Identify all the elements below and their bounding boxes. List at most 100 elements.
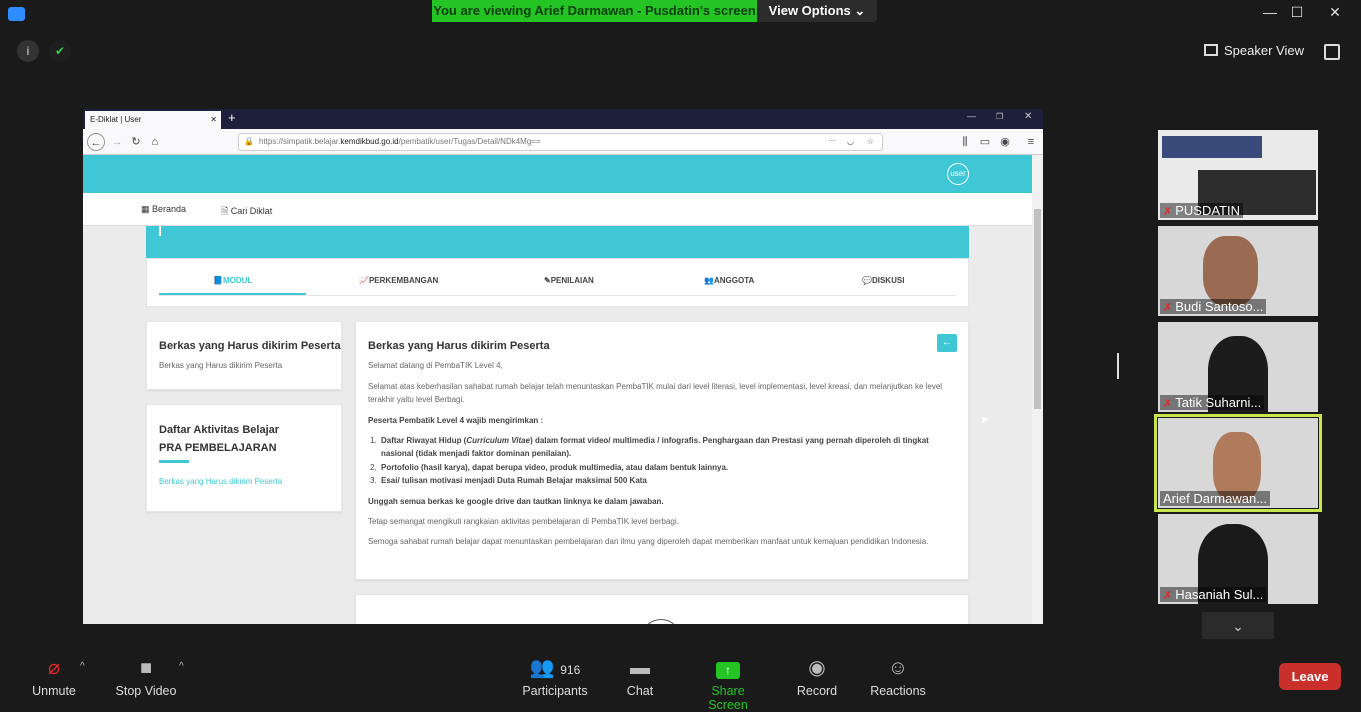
participant-tile[interactable]: ✗ PUSDATIN xyxy=(1158,130,1318,220)
zoom-app-icon xyxy=(8,7,25,21)
info-icon[interactable]: i xyxy=(17,40,39,62)
back-arrow-button[interactable]: ← xyxy=(937,334,957,352)
library-icon[interactable]: ⫼ xyxy=(956,133,974,151)
content-card: Berkas yang Harus dikirim Peserta ← Sela… xyxy=(355,321,969,580)
browser-window: E-Diklat | User ✕ + — ❐ ✕ ← → ↻ ⌂ 🔒 https:… xyxy=(83,109,1043,624)
caret-up-icon[interactable]: ^ xyxy=(179,661,184,672)
participant-name: ✗ Budi Santoso... xyxy=(1160,299,1267,314)
circle-icon xyxy=(641,619,681,624)
nav-cari-diklat[interactable]: 🗎 Cari Diklat xyxy=(221,204,272,220)
account-icon[interactable]: ◉ xyxy=(996,133,1014,151)
participant-name-text: Tatik Suharni... xyxy=(1175,395,1262,410)
reload-icon[interactable]: ↻ xyxy=(127,133,145,151)
shield-check-icon[interactable]: ✔ xyxy=(49,40,71,62)
nav-beranda[interactable]: ▦ Beranda xyxy=(141,204,186,215)
url-domain: kemdikbud.go.id xyxy=(340,137,399,146)
viewing-banner: You are viewing Arief Darmawan - Pusdati… xyxy=(432,0,757,22)
participant-tile[interactable]: ✗ Budi Santoso... xyxy=(1158,226,1318,316)
view-options-label: View Options xyxy=(768,3,851,18)
pocket-icon[interactable]: ◡ xyxy=(847,134,854,150)
browser-minimize-icon[interactable]: — xyxy=(967,111,976,121)
unmute-button[interactable]: ⌀ Unmute xyxy=(28,657,80,698)
caret-up-icon[interactable]: ^ xyxy=(80,661,85,672)
item3-text: Esai/ tulisan motivasi menjadi Duta Ruma… xyxy=(381,476,647,485)
tab-penilaian-label: PENILAIAN xyxy=(550,276,594,285)
item1-part-b: Curriculum Vitae xyxy=(466,436,531,445)
participants-button[interactable]: 👥 916 Participants xyxy=(520,657,590,698)
user-avatar[interactable]: user xyxy=(947,163,969,185)
share-screen-button[interactable]: ↑ Share Screen xyxy=(690,657,766,712)
reactions-label: Reactions xyxy=(870,684,926,698)
speaker-view-label: Speaker View xyxy=(1224,43,1304,58)
participant-name: ✗ Hasaniah Sul... xyxy=(1160,587,1267,602)
leave-button[interactable]: Leave xyxy=(1279,663,1341,690)
participant-tile[interactable]: ✗ Tatik Suharni... xyxy=(1158,322,1318,412)
fullscreen-icon[interactable] xyxy=(1324,44,1340,60)
tab-modul[interactable]: 📘MODUL xyxy=(213,276,252,285)
nav-cari-label: Cari Diklat xyxy=(230,206,273,216)
active-tab-indicator xyxy=(159,293,306,295)
close-icon[interactable]: ✕ xyxy=(1320,4,1350,21)
menu-icon[interactable]: ≡ xyxy=(1022,133,1040,151)
sidebar-icon[interactable]: ▭ xyxy=(976,133,994,151)
participant-name-text: Arief Darmawan... xyxy=(1163,491,1268,506)
dashboard-icon: ▦ xyxy=(141,204,153,214)
tab-diskusi[interactable]: 💬DISKUSI xyxy=(862,276,904,285)
new-tab-icon[interactable]: + xyxy=(228,110,236,125)
upload-instruction: Unggah semua berkas ke google drive dan … xyxy=(368,497,664,506)
smiley-plus-icon: ☺ xyxy=(887,657,909,679)
view-options-button[interactable]: View Options ⌄ xyxy=(757,0,877,22)
minimize-icon[interactable]: — xyxy=(1255,4,1285,20)
mic-muted-icon: ⌀ xyxy=(47,657,61,679)
scrollbar-thumb[interactable] xyxy=(1034,209,1041,409)
aktivitas-link[interactable]: Berkas yang Harus dikirim Peserta xyxy=(159,475,282,488)
speaker-view-button[interactable]: Speaker View xyxy=(1204,40,1314,62)
browser-tab-strip: E-Diklat | User ✕ + — ❐ ✕ xyxy=(83,109,1043,129)
participant-tile-active[interactable]: Arief Darmawan... xyxy=(1158,418,1318,508)
browser-restore-icon[interactable]: ❐ xyxy=(996,112,1003,121)
share-screen-label: Share Screen xyxy=(708,684,748,712)
stop-video-button[interactable]: ■ Stop Video xyxy=(113,657,179,698)
tab-close-icon[interactable]: ✕ xyxy=(210,111,217,129)
bookmark-star-icon[interactable]: ☆ xyxy=(867,134,874,150)
tab-perkembangan[interactable]: 📈PERKEMBANGAN xyxy=(359,276,438,285)
tab-anggota[interactable]: 👥ANGGOTA xyxy=(704,276,754,285)
next-card xyxy=(355,594,969,624)
chevron-down-icon: ⌄ xyxy=(854,3,866,18)
scroll-down-button[interactable]: ⌄ xyxy=(1202,612,1274,640)
browser-close-icon[interactable]: ✕ xyxy=(1024,111,1032,122)
mic-muted-icon: ✗ xyxy=(1163,302,1173,314)
nav-beranda-label: Beranda xyxy=(152,204,187,214)
url-bar[interactable]: 🔒 https://simpatik.belajar.kemdikbud.go.i… xyxy=(238,133,883,151)
content-title: Berkas yang Harus dikirim Peserta xyxy=(368,340,550,352)
browser-tab[interactable]: E-Diklat | User ✕ xyxy=(85,111,221,129)
site-nav: ▦ Beranda 🗎 Cari Diklat xyxy=(83,193,1032,226)
back-icon[interactable]: ← xyxy=(87,133,105,151)
browser-navbar: ← → ↻ ⌂ 🔒 https://simpatik.belajar.kemdik… xyxy=(83,129,1043,155)
browser-tab-title: E-Diklat | User xyxy=(90,115,142,124)
participant-name: ✗ Tatik Suharni... xyxy=(1160,395,1265,410)
participant-name-text: Hasaniah Sul... xyxy=(1175,587,1264,602)
tab-penilaian[interactable]: ✎PENILAIAN xyxy=(544,276,594,285)
item2-text: Portofolio (hasil karya), dapat berupa v… xyxy=(381,463,729,472)
chat-label: Chat xyxy=(626,684,654,698)
reactions-button[interactable]: ☺ Reactions xyxy=(870,657,926,698)
edit-icon: ✎ xyxy=(544,276,551,285)
forward-icon[interactable]: → xyxy=(108,133,126,151)
left-card-text: Berkas yang Harus dikirim Peserta xyxy=(159,361,283,370)
chat-button[interactable]: ▬ Chat xyxy=(620,657,660,698)
mic-muted-icon: ✗ xyxy=(1163,206,1173,218)
page-actions-icon[interactable]: ··· xyxy=(828,133,836,149)
home-icon[interactable]: ⌂ xyxy=(146,133,164,151)
maximize-icon[interactable]: ☐ xyxy=(1282,4,1312,21)
para-semangat: Tetap semangat mengikuti rangkaian aktiv… xyxy=(368,517,679,526)
participants-icon: 👥 916 xyxy=(529,657,581,679)
participant-name-text: Budi Santoso... xyxy=(1175,299,1264,314)
panel-resize-handle[interactable] xyxy=(1117,353,1119,379)
tab-anggota-label: ANGGOTA xyxy=(713,276,755,285)
record-button[interactable]: ◉ Record xyxy=(795,657,839,698)
participant-tile[interactable]: ✗ Hasaniah Sul... xyxy=(1158,514,1318,604)
banner-mark xyxy=(159,226,161,236)
course-banner xyxy=(146,226,969,258)
users-icon: 👥 xyxy=(704,276,714,285)
